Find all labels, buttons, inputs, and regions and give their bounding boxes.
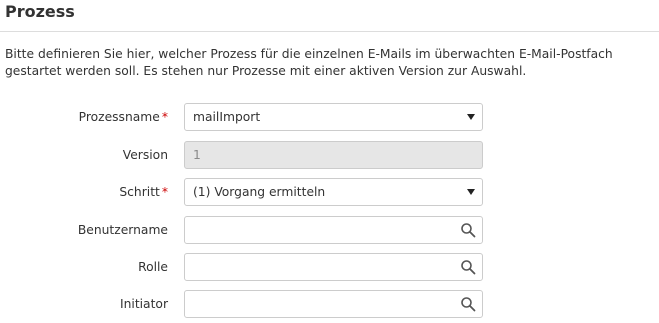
username-row: Benutzername <box>0 216 659 244</box>
role-input[interactable] <box>185 254 450 280</box>
role-field[interactable] <box>184 253 483 281</box>
version-field: 1 <box>184 141 483 169</box>
process-name-select[interactable]: mailImport <box>184 103 483 131</box>
search-icon[interactable] <box>460 222 476 238</box>
step-value: (1) Vorgang ermitteln <box>193 185 326 199</box>
initiator-input[interactable] <box>185 291 450 317</box>
required-marker: * <box>161 110 168 124</box>
version-row: Version 1 <box>0 141 659 169</box>
role-row: Rolle <box>0 253 659 281</box>
version-value: 1 <box>193 148 201 162</box>
version-label: Version <box>122 148 168 162</box>
process-name-label: Prozessname * <box>78 110 168 124</box>
username-field[interactable] <box>184 216 483 244</box>
chevron-down-icon[interactable] <box>467 114 475 120</box>
username-label: Benutzername <box>77 223 168 237</box>
process-name-row: Prozessname * mailImport <box>0 103 659 131</box>
required-marker: * <box>161 185 168 199</box>
section-description: Bitte definieren Sie hier, welcher Proze… <box>5 47 613 78</box>
chevron-down-icon[interactable] <box>467 189 475 195</box>
title-divider <box>0 31 659 32</box>
search-icon[interactable] <box>460 259 476 275</box>
process-settings-panel: Prozess Bitte definieren Sie hier, welch… <box>0 0 659 323</box>
initiator-field[interactable] <box>184 290 483 318</box>
step-label: Schritt * <box>119 185 168 199</box>
step-row: Schritt * (1) Vorgang ermitteln <box>0 178 659 206</box>
process-name-value: mailImport <box>193 110 261 124</box>
initiator-label: Initiator <box>119 297 168 311</box>
initiator-row: Initiator <box>0 290 659 318</box>
section-title: Prozess <box>5 2 75 21</box>
search-icon[interactable] <box>460 296 476 312</box>
step-select[interactable]: (1) Vorgang ermitteln <box>184 178 483 206</box>
username-input[interactable] <box>185 217 450 243</box>
role-label: Rolle <box>138 260 168 274</box>
